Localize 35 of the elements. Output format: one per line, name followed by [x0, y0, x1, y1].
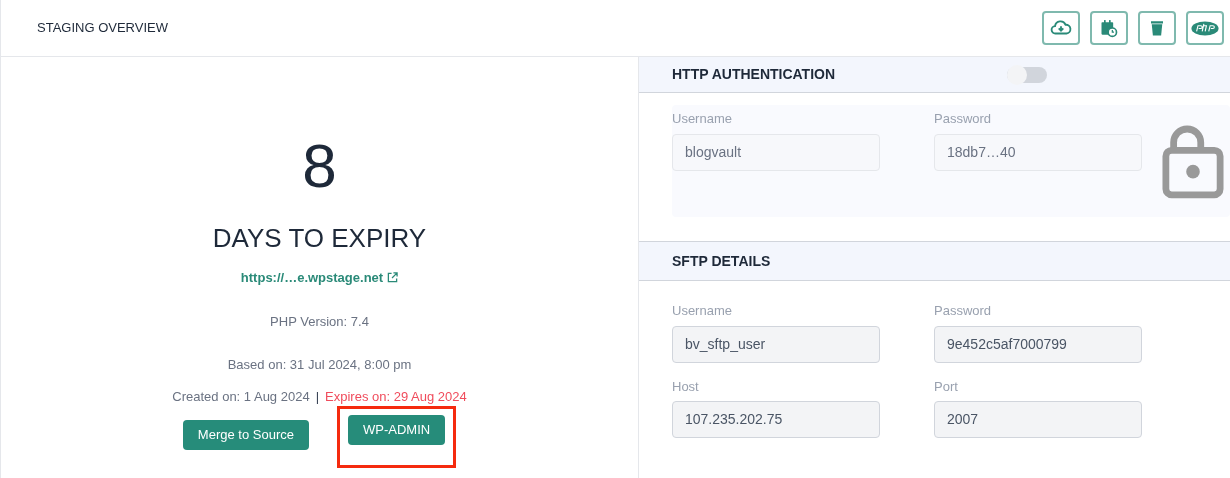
input-field[interactable]: blogvault [672, 133, 880, 171]
field-label: Port [934, 377, 959, 396]
input-field[interactable]: 9e452c5af7000799 [934, 325, 1142, 363]
action-button[interactable]: Merge to Source [182, 420, 309, 450]
field-label: Username [672, 302, 733, 320]
php-logo-icon [1191, 20, 1219, 36]
php-version: PHP Version: 7.4 [270, 312, 369, 331]
action-button[interactable]: WP-ADMIN [347, 415, 446, 445]
section-title: HTTP AUTHENTICATION [672, 65, 837, 84]
trash-button[interactable] [1138, 11, 1176, 45]
toggle-switch[interactable] [1007, 66, 1047, 83]
days-label: DAYS TO EXPIRY [212, 222, 427, 255]
days-count: 8 [302, 135, 337, 197]
staging-url-link[interactable]: https://…e.wpstage.net [240, 268, 399, 288]
calendar-clock-button[interactable] [1090, 11, 1128, 45]
section-title: SFTP DETAILS [672, 251, 771, 271]
cloud-download-button[interactable] [1042, 11, 1080, 45]
input-field[interactable]: 107.235.202.75 [672, 401, 880, 438]
trash-icon [1148, 18, 1166, 38]
input-field[interactable]: 2007 [934, 401, 1142, 438]
field-label: Username [672, 110, 733, 128]
php-logo-button[interactable] [1186, 11, 1224, 45]
input-field[interactable]: 18db7…40 [934, 133, 1142, 171]
based-on-date: Based on: 31 Jul 2024, 8:00 pm [227, 356, 412, 374]
created-on-date: Created on: 1 Aug 2024 [172, 387, 310, 406]
field-label: Host [672, 377, 700, 396]
expires-on-date: Expires on: 29 Aug 2024 [325, 387, 467, 406]
external-link-icon [387, 272, 399, 284]
calendar-clock-icon [1099, 18, 1119, 38]
toggle-knob [1007, 64, 1027, 85]
field-label: Password [934, 110, 993, 128]
separator: | [315, 387, 320, 406]
field-label: Password [934, 302, 993, 320]
page-title: STAGING OVERVIEW [37, 19, 169, 38]
input-field[interactable]: bv_sftp_user [672, 325, 880, 363]
